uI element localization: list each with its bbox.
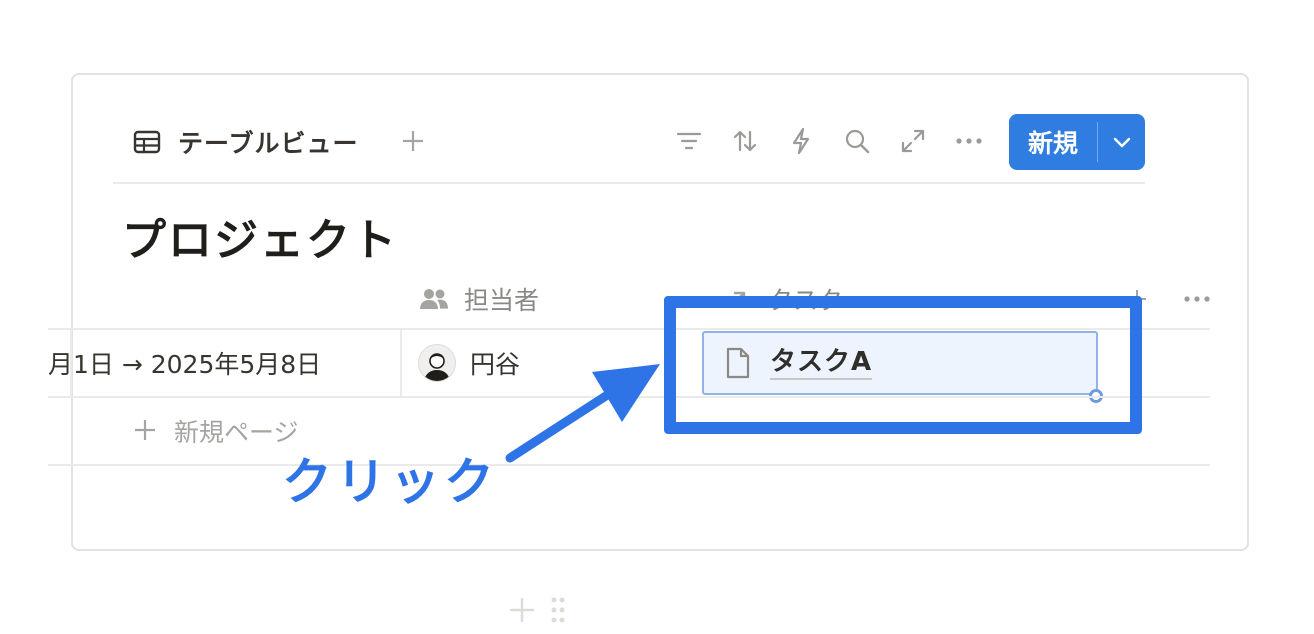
avatar [418, 344, 456, 382]
highlight-box [664, 296, 1142, 434]
view-label: テーブルビュー [178, 129, 359, 158]
column-divider [400, 330, 402, 396]
table-icon [132, 127, 162, 157]
more-icon[interactable] [954, 126, 984, 156]
arrow-icon [505, 364, 660, 463]
chevron-down-icon[interactable] [1098, 114, 1145, 170]
people-icon [418, 283, 450, 315]
date-range-cell[interactable]: 月1日 → 2025年5月8日 [48, 330, 321, 396]
column-label-assignee: 担当者 [464, 286, 540, 315]
search-icon[interactable] [842, 126, 872, 156]
column-header-assignee[interactable]: 担当者 [418, 270, 539, 328]
sort-icon[interactable] [730, 126, 760, 156]
expand-icon[interactable] [898, 126, 928, 156]
new-page-button[interactable]: 新規ページ [134, 412, 299, 450]
add-block-icon[interactable] [508, 596, 536, 628]
new-button-label[interactable]: 新規 [1009, 114, 1097, 170]
filter-icon[interactable] [674, 126, 704, 156]
date-range-value: 月1日 → 2025年5月8日 [48, 350, 322, 379]
drag-handle-icon[interactable] [550, 596, 566, 628]
block-controls [508, 596, 566, 628]
click-label: クリック [282, 453, 498, 511]
toolbar-divider [113, 182, 1145, 184]
column-more-icon[interactable] [1182, 284, 1212, 314]
tab-table-view[interactable]: テーブルビュー [132, 124, 359, 160]
page-title[interactable]: プロジェクト [122, 204, 398, 268]
plus-icon [134, 414, 156, 449]
add-view-icon[interactable] [398, 126, 428, 156]
automation-icon[interactable] [786, 126, 816, 156]
new-page-label: 新規ページ [174, 418, 299, 447]
new-button[interactable]: 新規 [1009, 114, 1145, 170]
